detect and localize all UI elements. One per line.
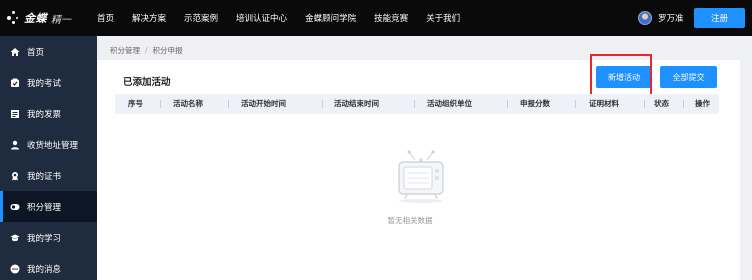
sidebar-item-exam[interactable]: 我的考试: [0, 67, 97, 98]
column-divider: [507, 100, 508, 108]
column-divider: [414, 100, 415, 108]
sidebar-item-home[interactable]: 首页: [0, 36, 97, 67]
column-divider: [228, 100, 229, 108]
points-icon: [10, 202, 20, 212]
column-header: 活动组织单位: [427, 99, 472, 108]
avatar: [638, 11, 652, 25]
exam-icon: [10, 78, 20, 88]
empty-state-text: 暂无相关数据: [387, 216, 433, 225]
column-header: 申报分数: [520, 99, 550, 108]
column-header: 活动名称: [173, 99, 203, 108]
nav-academy[interactable]: 金蝶顾问学院: [305, 12, 356, 24]
nav-solutions[interactable]: 解决方案: [132, 12, 166, 24]
study-icon: [10, 233, 20, 243]
certificate-icon: [10, 171, 20, 181]
column-header: 活动开始时间: [241, 99, 286, 108]
user-name: 罗万准: [658, 14, 684, 24]
column-divider: [683, 100, 684, 108]
column-header: 操作: [695, 99, 710, 108]
user-menu[interactable]: 罗万准: [638, 11, 684, 25]
column-header: 活动结束时间: [334, 99, 379, 108]
brand-sub: 精一: [51, 14, 71, 26]
address-icon: [10, 140, 20, 150]
message-icon: [10, 264, 20, 274]
column-header: 序号: [128, 99, 143, 108]
sidebar-item-points[interactable]: 积分管理: [0, 191, 97, 222]
sidebar-item-address[interactable]: 收货地址管理: [0, 129, 97, 160]
sidebar: 首页 我的考试 我的发票 收货地址管理 我的证书 积分管理 我的学习 我的消息: [0, 36, 97, 280]
table-header: 序号 活动名称 活动开始时间 活动结束时间 活动组织单位 申报分数 证明材料 状…: [115, 94, 719, 114]
sidebar-item-certificate[interactable]: 我的证书: [0, 160, 97, 191]
column-divider: [575, 100, 576, 108]
sidebar-item-label: 我的考试: [27, 78, 62, 89]
sidebar-item-label: 我的发票: [27, 109, 62, 120]
breadcrumb: 积分管理 / 积分申报: [110, 45, 183, 56]
logo-mark-icon: [7, 11, 21, 25]
sidebar-item-invoice[interactable]: 我的发票: [0, 98, 97, 129]
nav-about[interactable]: 关于我们: [426, 12, 460, 24]
sidebar-item-study[interactable]: 我的学习: [0, 222, 97, 253]
sidebar-item-label: 收货地址管理: [27, 140, 79, 151]
highlight-box: [590, 54, 652, 96]
nav-training[interactable]: 培训认证中心: [236, 12, 287, 24]
column-divider: [644, 100, 645, 108]
sidebar-item-label: 首页: [27, 47, 45, 58]
logo[interactable]: 金蝶 精一: [7, 9, 71, 27]
nav-home[interactable]: 首页: [97, 12, 114, 24]
sidebar-item-label: 我的消息: [27, 264, 62, 275]
sidebar-item-label: 我的学习: [27, 233, 62, 244]
invoice-icon: [10, 109, 20, 119]
sidebar-item-message[interactable]: 我的消息: [0, 253, 97, 280]
home-icon: [10, 47, 20, 57]
sidebar-item-label: 积分管理: [27, 202, 62, 213]
empty-tv-icon: [393, 148, 453, 208]
nav-competition[interactable]: 技能竞赛: [374, 12, 408, 24]
submit-all-button[interactable]: 全部提交: [660, 66, 717, 88]
sidebar-item-label: 我的证书: [27, 171, 62, 182]
top-bar: 金蝶 精一 首页 解决方案 示范案例 培训认证中心 金蝶顾问学院 技能竞赛 关于…: [0, 0, 752, 36]
breadcrumb-item-points[interactable]: 积分管理: [110, 45, 140, 56]
top-nav: 首页 解决方案 示范案例 培训认证中心 金蝶顾问学院 技能竞赛 关于我们: [97, 0, 478, 36]
column-divider: [160, 100, 161, 108]
nav-cases[interactable]: 示范案例: [184, 12, 218, 24]
column-header: 状态: [654, 99, 669, 108]
breadcrumb-item-declare: 积分申报: [152, 46, 183, 55]
column-header: 证明材料: [589, 99, 619, 108]
section-title: 已添加活动: [123, 77, 171, 88]
brand-name: 金蝶: [24, 12, 47, 25]
column-divider: [322, 100, 323, 108]
register-button[interactable]: 注册: [694, 8, 745, 28]
breadcrumb-separator: /: [145, 46, 148, 55]
